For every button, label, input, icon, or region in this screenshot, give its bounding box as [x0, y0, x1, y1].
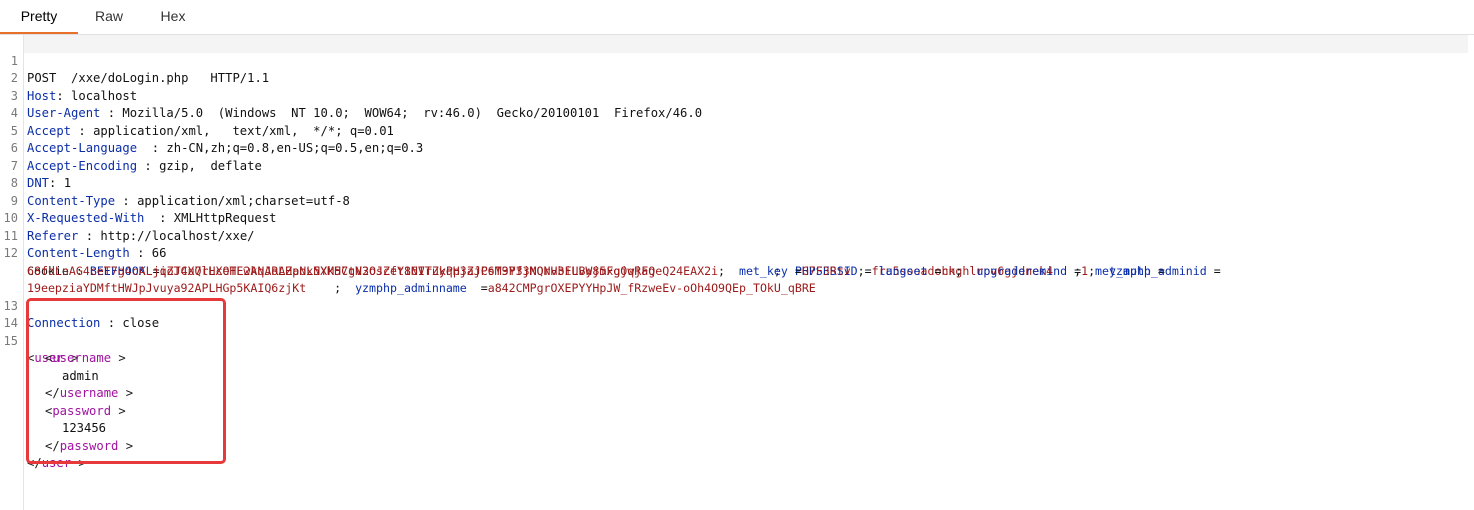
editor-line: 19eepziaYDMftHWJpJvuya92APLHGp5KAIQ6zjKt… [27, 281, 816, 295]
editor-line: </username > [45, 386, 134, 400]
header-value: 66 [151, 246, 167, 260]
editor-line: 10 Referer : http://localhost/xxe/ [0, 193, 255, 243]
cookie-value: 68fdLnAG4ceT7g4cALjioTCX7rLcOHE2ANJoLZpN… [27, 263, 656, 278]
header-separator: : [137, 158, 152, 173]
cookie-name: yzmphp_adminname [355, 281, 467, 295]
tab-raw[interactable]: Raw [78, 0, 140, 32]
header-value: localhost [71, 88, 138, 103]
request-line: POST /xxe/doLogin.php HTTP/1.1 [27, 71, 270, 85]
editor-line: 2 Host: localhost [0, 53, 137, 103]
header-name: User-Agent [27, 106, 101, 120]
editor-line: 12 Cookie : BEEFHOOK =qZJ4uQlHXeTLwkqARA… [0, 228, 1165, 278]
header-value: zh-CN,zh;q=0.8,en-US;q=0.5,en;q=0.3 [166, 141, 424, 155]
header-separator: : [71, 123, 86, 138]
header-separator: : [78, 228, 94, 243]
tab-hex[interactable]: Hex [140, 0, 206, 32]
editor-line: 7 DNT: 1 [0, 140, 71, 191]
editor-line: 68fdLnAG4ceT7g4cALjioTCX7rLcOHE2ANJoLZpN… [27, 263, 1221, 278]
editor-line: 5 Accept-Language : zh-CN,zh;q=0.8,en-US… [0, 105, 423, 156]
message-view-tabs: Pretty Raw Hex [0, 0, 1474, 35]
editor-line: 4 Accept : application/xml, text/xml, */… [0, 88, 394, 138]
cookie-value: 19eepziaYDMftHWJpJvuya92APLHGp5KAIQ6zjKt [27, 281, 307, 295]
header-name: Accept [27, 123, 72, 138]
header-separator: : [137, 141, 160, 155]
editor-line: 3 User-Agent : Mozilla/5.0 (Windows NT 1… [0, 70, 702, 121]
header-value: XMLHttpRequest [173, 211, 277, 225]
cookie-name: langset [878, 263, 928, 278]
header-value: gzip, deflate [159, 158, 262, 173]
header-name: Accept-Encoding [27, 158, 138, 173]
header-name: Content-Type [27, 193, 116, 208]
header-separator: : [115, 193, 130, 208]
header-value: http://localhost/xxe/ [100, 228, 255, 243]
header-separator: : [144, 211, 167, 225]
header-value: Mozilla/5.0 (Windows NT 10.0; WOW64; rv:… [122, 106, 703, 120]
header-name: Host [27, 88, 57, 103]
cookie-value: G7F3Rtv [801, 263, 851, 278]
tab-pretty[interactable]: Pretty [0, 0, 78, 34]
header-value: application/xml, text/xml, */*; q=0.01 [93, 123, 394, 138]
header-name: Referer [27, 228, 79, 243]
editor-line: 123456 [0, 403, 106, 435]
editor-line: 13 Connection : close [0, 280, 160, 331]
header-name: DNT [27, 176, 50, 190]
editor-line: 1 POST /xxe/doLogin.php HTTP/1.1 [0, 35, 269, 86]
editor-line: <password > [45, 403, 126, 418]
header-name: X-Requested-With [27, 211, 145, 225]
header-name: Content-Length [27, 246, 130, 260]
editor-line: 11 Content-Length : 66 [0, 210, 167, 261]
editor-line: 6 Accept-Encoding : gzip, deflate [0, 123, 262, 173]
editor-line: </password > [45, 438, 134, 453]
header-name: Accept-Language [27, 141, 138, 155]
cookie-name: met_key [738, 263, 788, 278]
xml-body-highlight-box [26, 298, 226, 464]
editor-line: </user > [27, 456, 86, 470]
cookie-name: yzmphp_adminid [1109, 263, 1207, 278]
header-separator: : [49, 176, 57, 190]
header-separator: : [56, 88, 64, 103]
vertical-scrollbar[interactable] [1468, 35, 1474, 510]
editor-line: 14 [0, 298, 29, 330]
editor-line: 8 Content-Type : application/xml;charset… [0, 158, 350, 208]
editor-line: <username > [45, 351, 126, 365]
cookie-value: cn [941, 263, 956, 278]
current-line-highlight [24, 35, 1468, 53]
editor-line: 15 <user > [0, 315, 79, 366]
editor-line: 9 X-Requested-With : XMLHttpRequest [0, 175, 277, 226]
header-value: application/xml;charset=utf-8 [137, 193, 350, 208]
cookie-value: a842CMPgrOXEPYYHpJW_fRzweEv-oOh4O9QEp_TO… [487, 281, 816, 295]
header-value: 1 [63, 176, 72, 190]
editor-line: admin [0, 350, 99, 383]
header-separator: : [100, 106, 116, 120]
cookie-name: upgraderemind [976, 263, 1068, 278]
header-separator: : [129, 246, 145, 260]
